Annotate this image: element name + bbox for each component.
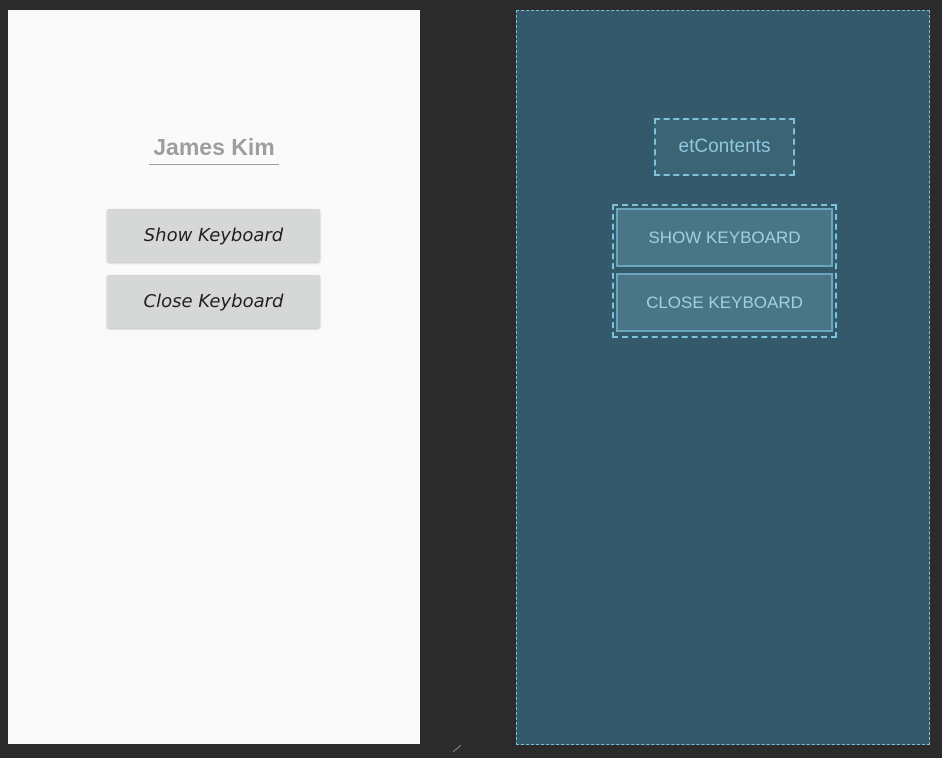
blueprint-close-keyboard-button[interactable]: CLOSE KEYBOARD — [616, 273, 833, 332]
show-keyboard-button[interactable]: Show Keyboard — [107, 209, 320, 262]
close-keyboard-button[interactable]: Close Keyboard — [107, 275, 320, 328]
contents-edit-text[interactable]: James Kim — [149, 130, 279, 165]
resize-handle-icon[interactable] — [452, 744, 462, 753]
design-preview-panel: James Kim Show Keyboard Close Keyboard — [8, 10, 420, 744]
blueprint-show-keyboard-button[interactable]: SHOW KEYBOARD — [616, 208, 833, 267]
blueprint-buttons-group: SHOW KEYBOARD CLOSE KEYBOARD — [612, 204, 837, 338]
blueprint-edit-text[interactable]: etContents — [654, 118, 795, 176]
blueprint-panel: etContents SHOW KEYBOARD CLOSE KEYBOARD — [516, 10, 930, 745]
